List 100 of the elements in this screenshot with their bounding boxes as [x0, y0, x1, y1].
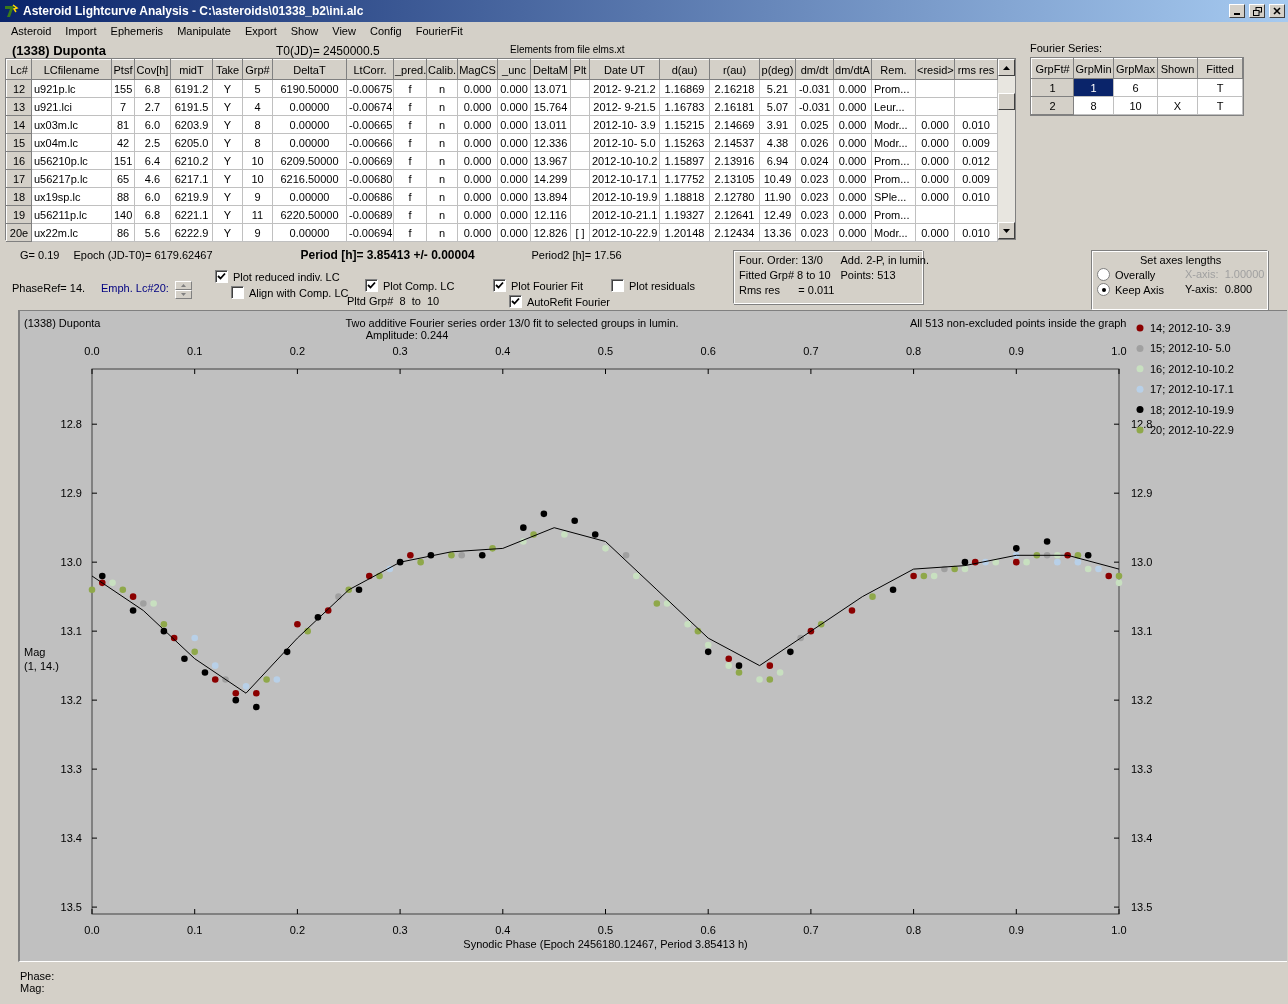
menu-item[interactable]: Manipulate — [170, 25, 238, 37]
column-header[interactable]: LCfilename — [31, 59, 112, 80]
column-header[interactable]: Grp# — [242, 59, 273, 80]
column-header[interactable]: DeltaT — [272, 59, 347, 80]
legend-label: 15; 2012-10- 5.0 — [1150, 342, 1231, 355]
legend-label: 14; 2012-10- 3.9 — [1150, 322, 1231, 334]
checkbox-label[interactable]: Plot Fourier Fit — [510, 279, 583, 292]
period-value: Period [h]= 3.85413 +/- 0.00004 — [300, 248, 476, 262]
elements-label: Elements from file elms.xt — [510, 43, 625, 55]
tick-label: 0.1 — [187, 345, 203, 357]
column-header[interactable]: GrpFt# — [1031, 58, 1074, 79]
tick-label: 13.2 — [1131, 694, 1153, 707]
tick-label: 13.0 — [1131, 556, 1153, 569]
fit-summary-text: Add. 2-P, in lumin. — [840, 254, 929, 266]
column-header[interactable]: r(au) — [709, 59, 760, 80]
tick-label: 0.4 — [495, 924, 511, 936]
menu-item[interactable]: Asteroid — [4, 25, 59, 37]
axis-field-label: Y-axis: — [1185, 283, 1219, 296]
fit-summary-text: Points: 513 — [840, 269, 897, 281]
fit-summary-text: Rms res = 0.011 — [739, 284, 835, 296]
tick-label: 13.3 — [1131, 763, 1153, 776]
checkbox-label[interactable]: Plot residuals — [628, 279, 695, 292]
tick-label: 13.4 — [60, 832, 82, 845]
column-header[interactable]: Rem. — [871, 59, 916, 80]
tick-label: 12.8 — [60, 418, 82, 431]
column-header[interactable]: _pred. — [393, 59, 427, 80]
menu-item[interactable]: View — [325, 25, 363, 37]
chart-title: Two additive Fourier series order 13/0 fit to selected groups in lumin. — [345, 317, 679, 329]
column-header[interactable]: GrpMax — [1113, 58, 1158, 79]
legend-label: 17; 2012-10-17.1 — [1150, 383, 1234, 396]
column-header[interactable]: Take — [212, 59, 243, 80]
column-header[interactable]: MagCS — [457, 59, 498, 80]
checkbox-label[interactable]: Plot reduced indiv. LC — [232, 270, 340, 283]
column-header[interactable]: LtCorr. — [346, 59, 394, 80]
tick-label: 0.6 — [700, 345, 716, 357]
tick-label: 13.4 — [1131, 832, 1153, 845]
column-header[interactable]: Fitted — [1197, 58, 1243, 79]
tick-label: 13.5 — [1131, 901, 1153, 914]
axis-label: Mag — [24, 646, 46, 658]
column-header[interactable]: dm/dtA — [833, 59, 872, 80]
fit-summary-text: Four. Order: 13/0 — [739, 254, 824, 266]
tick-label: 1.0 — [1111, 924, 1127, 936]
tick-label: 0.1 — [187, 924, 203, 936]
tick-label: 0.5 — [597, 924, 614, 936]
legend-label: 16; 2012-10-10.2 — [1150, 362, 1234, 375]
epoch-value: Epoch (JD-T0)= 6179.62467 — [73, 249, 214, 261]
phase-readout: Phase: — [20, 970, 56, 982]
tick-label: 0.9 — [1008, 924, 1024, 936]
column-header[interactable]: Cov[h] — [134, 59, 171, 80]
phaseref-value: PhaseRef= 14. — [11, 281, 87, 296]
tick-label: 0.5 — [597, 345, 614, 357]
fit-summary-text: Fitted Grp# 8 to 10 — [739, 269, 832, 281]
tick-label: 0.9 — [1008, 345, 1024, 357]
column-header[interactable]: DeltaM — [530, 59, 571, 80]
tick-label: 0.3 — [392, 924, 408, 936]
legend-label: 18; 2012-10-19.9 — [1150, 403, 1234, 416]
points-note: All 513 non-excluded points inside the graph — [910, 317, 1127, 329]
checkbox-label[interactable]: Plot Comp. LC — [382, 279, 455, 292]
column-header[interactable]: d(au) — [659, 59, 710, 80]
column-header[interactable]: midT — [170, 59, 213, 80]
column-header[interactable]: p(deg) — [759, 59, 796, 80]
column-header[interactable]: Lc# — [6, 59, 32, 80]
tick-label: 0.7 — [803, 924, 819, 936]
column-header[interactable]: GrpMin — [1073, 58, 1114, 79]
column-header[interactable]: dm/dt — [795, 59, 834, 80]
radio-label[interactable]: Overally — [1115, 268, 1156, 281]
tick-label: 0.3 — [392, 345, 408, 357]
menu-item[interactable]: Ephemeris — [103, 25, 171, 37]
tick-label: 13.3 — [60, 763, 82, 776]
tick-label: 13.0 — [60, 556, 82, 569]
tick-label: 0.4 — [495, 345, 511, 357]
tick-label: 1.0 — [1111, 345, 1127, 357]
tick-label: 12.9 — [60, 487, 82, 500]
tick-label: 12.9 — [1131, 487, 1153, 500]
column-header[interactable]: <resid> — [915, 59, 955, 80]
plotted-groups: Pltd Grp# 8 to 10 — [346, 295, 493, 307]
checkbox-label[interactable]: AutoRefit Fourier — [526, 295, 611, 308]
menu-item[interactable]: Config — [362, 25, 409, 37]
tick-label: 0.2 — [289, 345, 306, 357]
column-header[interactable]: Ptsf — [111, 59, 135, 80]
object-name: (1338) Duponta — [24, 317, 101, 329]
column-header[interactable]: rms res — [954, 59, 998, 80]
column-header[interactable]: _unc — [497, 59, 531, 80]
tick-label: 13.1 — [1131, 625, 1153, 638]
column-header[interactable]: Calib. — [426, 59, 458, 80]
menu-item[interactable]: Show — [283, 25, 326, 37]
menu-item[interactable]: Import — [58, 25, 104, 37]
tick-label: 13.5 — [60, 901, 82, 914]
column-header[interactable]: Date UT — [589, 59, 660, 80]
axis-field-value: 0.800 — [1224, 283, 1254, 296]
tick-label: 0.8 — [905, 924, 922, 936]
axis-note: (1, 14.) — [24, 660, 59, 672]
tick-label: 0.2 — [289, 924, 306, 936]
axis-label: Synodic Phase (Epoch 2456180.12467, Period 3.85413 h) — [463, 938, 748, 950]
column-header[interactable]: Shown — [1157, 58, 1198, 79]
radio-label[interactable]: Keep Axis — [1115, 283, 1164, 296]
menu-item[interactable]: Export — [237, 25, 284, 37]
emph-label: Emph. Lc#20: — [101, 281, 169, 296]
menu-item[interactable]: FourierFit — [408, 25, 470, 37]
checkbox-label[interactable]: Align with Comp. LC — [248, 286, 349, 299]
